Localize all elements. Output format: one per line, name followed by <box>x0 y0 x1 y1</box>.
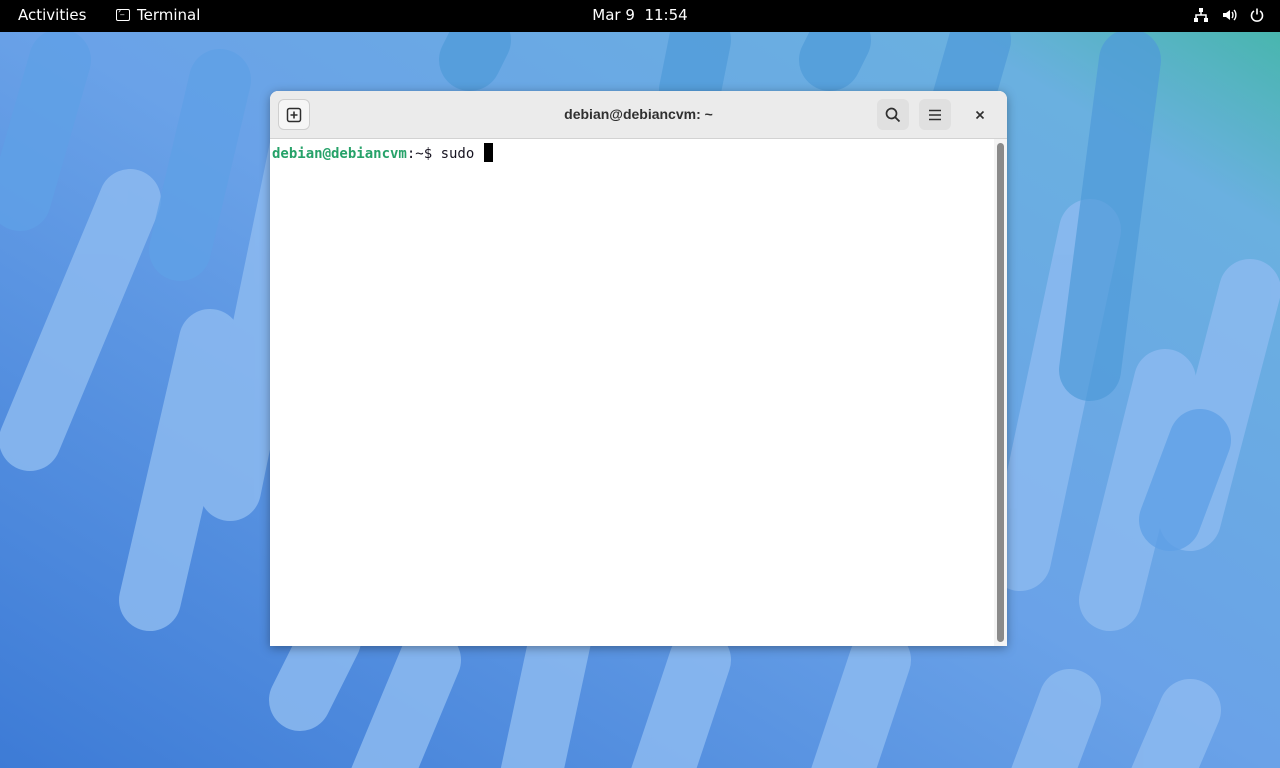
new-tab-icon <box>286 107 302 122</box>
vertical-scrollbar[interactable] <box>994 139 1007 646</box>
terminal-text-area[interactable]: debian@debiancvm:~$ sudo <box>270 139 994 646</box>
app-menu-button[interactable]: Terminal <box>116 6 200 24</box>
new-tab-button[interactable] <box>278 99 310 130</box>
activities-button[interactable]: Activities <box>18 6 86 24</box>
hamburger-menu-icon <box>929 109 941 120</box>
close-icon <box>975 110 985 120</box>
scrollbar-thumb[interactable] <box>997 143 1004 642</box>
terminal-app-icon <box>116 6 130 21</box>
main-menu-button[interactable] <box>919 99 951 130</box>
app-menu-label: Terminal <box>137 6 201 24</box>
prompt-path: :~$ <box>406 146 441 162</box>
volume-icon <box>1220 6 1238 24</box>
terminal-window: debian@debiancvm: ~ debian@debiancvm:~$ … <box>270 91 1007 646</box>
clock-button[interactable]: Mar 9 11:54 <box>592 6 687 24</box>
system-status-menu[interactable] <box>1192 6 1266 24</box>
window-headerbar[interactable]: debian@debiancvm: ~ <box>270 91 1007 139</box>
text-cursor <box>483 143 493 162</box>
search-button[interactable] <box>877 99 909 130</box>
power-icon <box>1248 6 1266 24</box>
search-icon <box>885 107 901 122</box>
typed-command: sudo <box>440 146 483 162</box>
network-icon <box>1192 6 1210 24</box>
prompt-user-host: debian@debiancvm <box>272 146 407 162</box>
top-bar: Activities Terminal Mar 9 11:54 <box>0 0 1280 32</box>
close-button[interactable] <box>968 103 992 127</box>
prompt-line: debian@debiancvm:~$ sudo <box>272 143 493 162</box>
